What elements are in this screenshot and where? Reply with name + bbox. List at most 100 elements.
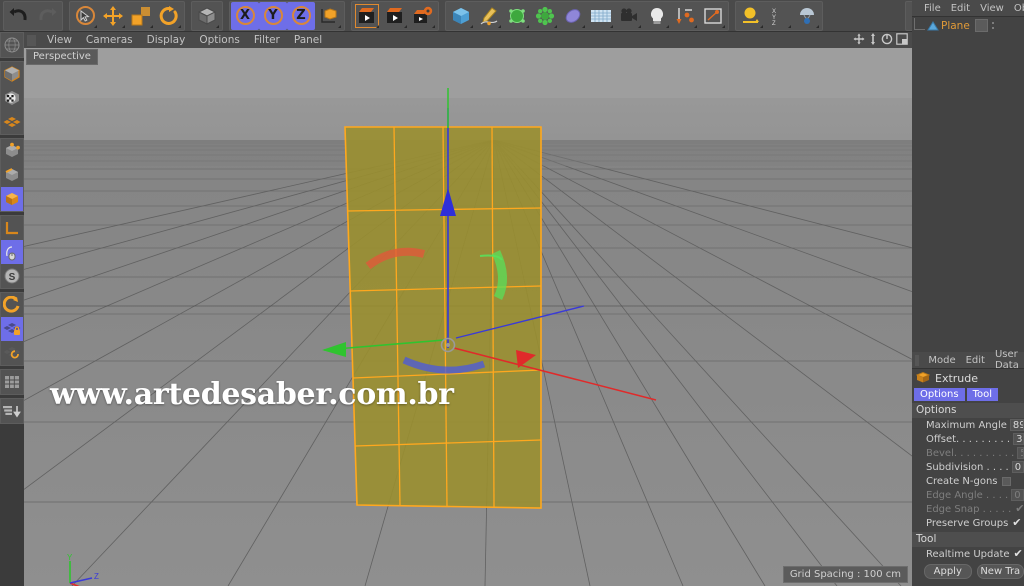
attribute-menu-edit[interactable]: Edit	[961, 355, 990, 366]
render-region-icon[interactable]	[381, 2, 409, 30]
field-edge-angle-value: 0 °	[1011, 489, 1024, 501]
axis-y-button[interactable]: Y	[259, 1, 287, 30]
attribute-manager-menubar: Mode Edit User Data	[912, 349, 1024, 371]
dolly-view-icon[interactable]	[868, 33, 878, 45]
field-bevel-label: Bevel. . . . . . . . . .	[926, 447, 1015, 459]
object-item-label: Plane	[941, 19, 970, 32]
rotate-view-icon[interactable]	[881, 33, 893, 45]
field-realtime-update-checkmark-icon[interactable]: ✔	[1014, 548, 1023, 559]
attribute-menu-user-data[interactable]: User Data	[990, 349, 1024, 371]
left-group-tools	[0, 292, 24, 366]
field-maximum-angle[interactable]: Maximum Angle 89 °	[912, 418, 1024, 432]
sidebar-item-points-mode[interactable]	[1, 139, 23, 163]
viewport-menu-options[interactable]: Options	[192, 32, 247, 48]
object-axis-icon[interactable]	[315, 2, 343, 30]
viewport-view-label[interactable]: Perspective	[26, 49, 98, 65]
tab-options[interactable]: Options	[914, 388, 965, 401]
attribute-tabs: Options Tool	[912, 387, 1024, 403]
sidebar-item-make-editable[interactable]	[1, 62, 23, 86]
field-subdivision-value[interactable]: 0	[1011, 461, 1024, 473]
tree-branch-icon	[914, 17, 925, 30]
sidebar-item-render[interactable]	[1, 33, 23, 57]
undo-icon[interactable]	[5, 2, 33, 30]
viewport-scene[interactable]: Y X Z	[24, 48, 912, 586]
render-settings-icon[interactable]	[409, 2, 437, 30]
sidebar-item-polygons-mode[interactable]	[1, 187, 23, 211]
object-item-plane[interactable]: Plane	[912, 17, 1024, 34]
field-edge-angle: Edge Angle . . . . 0 °	[912, 488, 1024, 502]
environment-icon[interactable]	[587, 2, 615, 30]
axis-z-button[interactable]: Z	[287, 1, 315, 30]
apply-button[interactable]: Apply	[924, 564, 972, 579]
field-realtime-update-label: Realtime Update	[926, 548, 1010, 560]
viewport[interactable]: View Cameras Display Options Filter Pane…	[24, 32, 912, 586]
sidebar-item-snap[interactable]: S	[1, 264, 23, 288]
viewport-menu-cameras[interactable]: Cameras	[79, 32, 140, 48]
viewport-menu-filter[interactable]: Filter	[247, 32, 287, 48]
object-menu-edit[interactable]: Edit	[946, 3, 975, 14]
viewport-menubar: View Cameras Display Options Filter Pane…	[24, 32, 912, 48]
left-group-axis: S	[0, 215, 24, 289]
field-offset[interactable]: Offset. . . . . . . . . 35.6 cm	[912, 432, 1024, 446]
rotate-icon[interactable]	[155, 2, 183, 30]
material-sphere-icon[interactable]	[737, 2, 765, 30]
object-menu-view[interactable]: View	[975, 3, 1009, 14]
axis-x-button[interactable]: X	[231, 1, 259, 30]
scale-icon[interactable]	[127, 2, 155, 30]
motion-tracker-icon[interactable]	[699, 2, 727, 30]
select-live-icon[interactable]	[71, 2, 99, 30]
field-preserve-groups-checkmark-icon[interactable]: ✔	[1012, 517, 1021, 528]
attribute-title-label: Extrude	[935, 371, 979, 385]
left-group-components	[0, 138, 24, 212]
cube-primitive-icon[interactable]	[447, 2, 475, 30]
attribute-menu-mode[interactable]: Mode	[923, 355, 960, 366]
sidebar-item-lock-workplane[interactable]	[1, 317, 23, 341]
object-tag-icon[interactable]	[974, 19, 988, 32]
redo-icon[interactable]	[33, 2, 61, 30]
attribute-manager-grip-icon[interactable]	[915, 354, 920, 366]
tab-tool[interactable]: Tool	[966, 388, 999, 401]
field-offset-value[interactable]: 35.6 cm	[1013, 433, 1024, 445]
field-realtime-update[interactable]: Realtime Update ✔	[912, 547, 1024, 561]
sidebar-item-axis-mode[interactable]	[1, 216, 23, 240]
object-menu-objects[interactable]: Obj	[1009, 3, 1024, 14]
sidebar-item-viewport-solo[interactable]	[1, 240, 23, 264]
viewport-menu-display[interactable]: Display	[140, 32, 193, 48]
field-maximum-angle-value[interactable]: 89 °	[1009, 419, 1024, 431]
left-group-grid	[0, 369, 24, 395]
viewport-menu-panel[interactable]: Panel	[287, 32, 329, 48]
sidebar-item-workplane-grid[interactable]	[1, 110, 23, 134]
pan-view-icon[interactable]	[853, 33, 865, 45]
character-icon[interactable]	[793, 2, 821, 30]
object-visibility-dots[interactable]	[991, 22, 994, 29]
simulation-icon[interactable]	[671, 2, 699, 30]
sidebar-item-edges-mode[interactable]	[1, 163, 23, 187]
attribute-buttons-row: Apply New Tra	[912, 561, 1024, 579]
spline-pen-icon[interactable]	[475, 2, 503, 30]
new-transform-button[interactable]: New Tra	[976, 564, 1024, 579]
sidebar-item-texture-mode[interactable]	[1, 86, 23, 110]
sidebar-item-workplane[interactable]	[1, 293, 23, 317]
mograph-icon[interactable]	[559, 2, 587, 30]
field-preserve-groups[interactable]: Preserve Groups ✔	[912, 516, 1024, 530]
object-menu-file[interactable]: File	[919, 3, 946, 14]
camera-icon[interactable]	[615, 2, 643, 30]
field-edge-snap: Edge Snap . . . . . ✔	[912, 502, 1024, 516]
viewport-menu-grip-icon[interactable]	[27, 34, 36, 46]
field-create-ngons-checkbox[interactable]	[1001, 476, 1011, 486]
sidebar-item-grid-toggle[interactable]	[1, 370, 23, 394]
viewport-menu-view[interactable]: View	[40, 32, 79, 48]
move-icon[interactable]	[99, 2, 127, 30]
generator-icon[interactable]	[503, 2, 531, 30]
maximize-view-icon[interactable]	[896, 33, 908, 45]
field-subdivision[interactable]: Subdivision . . . . 0	[912, 460, 1024, 474]
svg-text:Z: Z	[94, 572, 99, 581]
field-create-ngons[interactable]: Create N-gons	[912, 474, 1024, 488]
light-icon[interactable]	[643, 2, 671, 30]
world-object-axis-icon[interactable]	[193, 2, 221, 30]
sidebar-item-layers[interactable]	[1, 399, 23, 423]
render-view-icon[interactable]	[353, 2, 381, 30]
sidebar-item-planar-workplane[interactable]	[1, 341, 23, 365]
deformer-icon[interactable]	[531, 2, 559, 30]
xpresso-icon[interactable]: XYZ	[765, 2, 793, 30]
